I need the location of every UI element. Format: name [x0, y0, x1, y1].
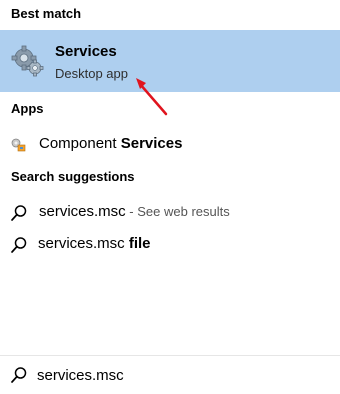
suggestion-item-file[interactable]: services.msc file: [0, 229, 340, 259]
app-item-component-services[interactable]: Component Services: [0, 129, 340, 159]
search-suggestions-heading: Search suggestions: [11, 169, 135, 184]
suggestion-item-web[interactable]: services.msc - See web results: [0, 197, 340, 227]
services-gear-icon: [11, 45, 44, 77]
suggestion-text: services.msc: [39, 203, 126, 220]
search-icon: [11, 237, 27, 253]
suggestion-text: services.msc: [38, 235, 129, 252]
search-box[interactable]: [0, 355, 340, 394]
apps-heading: Apps: [11, 101, 44, 116]
search-icon: [11, 367, 27, 383]
app-item-prefix: Component: [39, 135, 121, 152]
app-item-bold-match: Services: [120, 135, 183, 152]
best-match-heading: Best match: [11, 6, 82, 21]
best-match-title: Services: [55, 43, 117, 60]
search-icon: [11, 205, 27, 221]
best-match-subtitle: Desktop app: [55, 66, 128, 81]
suggestion-hint: - See web results: [125, 204, 230, 219]
search-input[interactable]: [37, 364, 327, 386]
best-match-services[interactable]: Services Desktop app: [0, 30, 340, 92]
component-services-icon: [11, 138, 26, 152]
suggestion-bold: file: [128, 235, 151, 252]
